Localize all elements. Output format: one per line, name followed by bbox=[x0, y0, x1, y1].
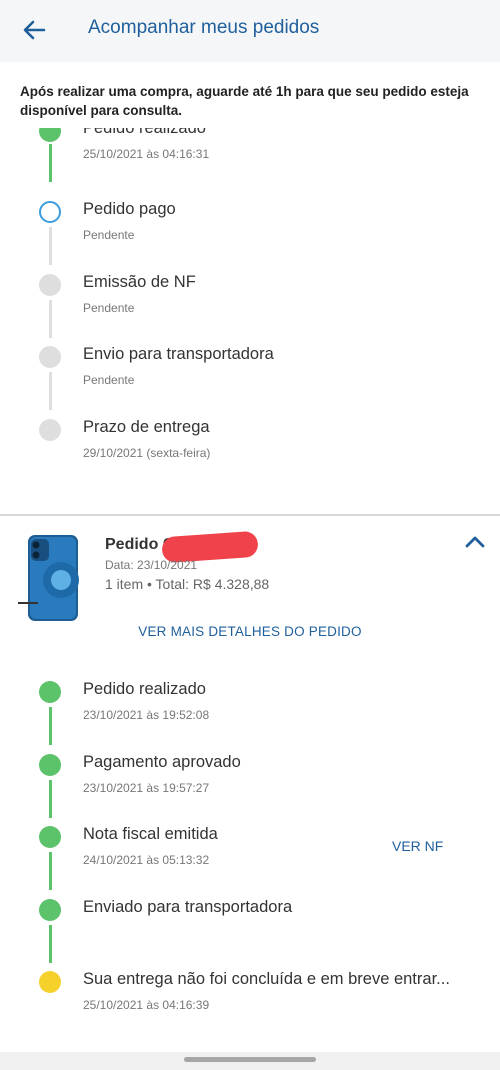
step-title: Emissão de NF bbox=[83, 273, 196, 291]
view-invoice-link[interactable]: VER NF bbox=[392, 838, 443, 854]
timeline-connector bbox=[49, 144, 52, 182]
timeline-connector bbox=[49, 227, 52, 265]
status-warning-icon bbox=[39, 971, 61, 993]
order-divider bbox=[0, 514, 500, 516]
timeline-step: Envio para transportadora Pendente bbox=[0, 344, 500, 416]
step-subtitle: 23/10/2021 às 19:57:27 bbox=[83, 781, 210, 795]
step-title: Enviado para transportadora bbox=[83, 898, 293, 916]
step-title: Envio para transportadora bbox=[83, 345, 274, 363]
app-header: Acompanhar meus pedidos bbox=[0, 0, 500, 62]
timeline-step: Enviado para transportadora bbox=[0, 897, 500, 969]
step-subtitle: 29/10/2021 (sexta-feira) bbox=[83, 446, 211, 460]
chevron-up-icon bbox=[465, 536, 485, 548]
status-current-icon bbox=[39, 201, 61, 223]
step-title: Pedido pago bbox=[83, 200, 176, 218]
step-title: Sua entrega não foi concluída e em breve… bbox=[83, 970, 450, 988]
status-done-icon bbox=[39, 826, 61, 848]
timeline-connector bbox=[49, 925, 52, 963]
step-subtitle: Pendente bbox=[83, 301, 135, 315]
timeline-connector bbox=[49, 780, 52, 818]
first-order-timeline: Pedido realizado 25/10/2021 às 04:16:31 … bbox=[0, 128, 500, 508]
home-indicator[interactable] bbox=[184, 1057, 316, 1062]
status-pending-icon bbox=[39, 419, 61, 441]
step-subtitle: 23/10/2021 às 19:52:08 bbox=[83, 708, 210, 722]
order-summary: 1 item • Total: R$ 4.328,88 bbox=[105, 576, 270, 592]
timeline-step: Pedido pago Pendente bbox=[0, 199, 500, 271]
status-done-icon bbox=[39, 754, 61, 776]
status-done-icon bbox=[39, 681, 61, 703]
collapse-button[interactable] bbox=[462, 532, 488, 552]
step-title: Pedido realizado bbox=[83, 128, 206, 137]
product-image-caption bbox=[18, 602, 38, 604]
timeline-connector bbox=[49, 707, 52, 745]
back-button[interactable] bbox=[16, 14, 52, 46]
timeline-step: Pagamento aprovado 23/10/2021 às 19:57:2… bbox=[0, 752, 500, 824]
step-title: Pagamento aprovado bbox=[83, 753, 241, 771]
step-subtitle: Pendente bbox=[83, 228, 135, 242]
timeline-connector bbox=[49, 372, 52, 410]
order-details-link[interactable]: VER MAIS DETALHES DO PEDIDO bbox=[0, 624, 500, 639]
timeline-step: Sua entrega não foi concluída e em breve… bbox=[0, 969, 500, 1041]
timeline-step: Emissão de NF Pendente bbox=[0, 272, 500, 344]
status-pending-icon bbox=[39, 346, 61, 368]
timeline-connector bbox=[49, 300, 52, 338]
timeline-step: Nota fiscal emitida 24/10/2021 às 05:13:… bbox=[0, 824, 500, 896]
step-subtitle: 25/10/2021 às 04:16:31 bbox=[83, 147, 210, 161]
page-title: Acompanhar meus pedidos bbox=[88, 17, 320, 38]
status-pending-icon bbox=[39, 274, 61, 296]
timeline-step: Pedido realizado 23/10/2021 às 19:52:08 bbox=[0, 679, 500, 751]
step-subtitle: Pendente bbox=[83, 373, 135, 387]
status-done-icon bbox=[39, 128, 61, 142]
step-subtitle: 25/10/2021 às 04:16:39 bbox=[83, 998, 210, 1012]
step-title: Prazo de entrega bbox=[83, 418, 210, 436]
product-image bbox=[28, 535, 79, 621]
timeline-connector bbox=[49, 852, 52, 890]
step-title: Pedido realizado bbox=[83, 680, 206, 698]
status-done-icon bbox=[39, 899, 61, 921]
arrow-left-icon bbox=[23, 20, 46, 40]
step-title: Nota fiscal emitida bbox=[83, 825, 218, 843]
availability-notice: Após realizar uma compra, aguarde até 1h… bbox=[20, 84, 469, 118]
step-subtitle: 24/10/2021 às 05:13:32 bbox=[83, 853, 210, 867]
order-card[interactable]: Pedido C Data: 23/10/2021 1 item • Total… bbox=[0, 520, 500, 621]
timeline-step: Prazo de entrega 29/10/2021 (sexta-feira… bbox=[0, 417, 500, 489]
order-date: Data: 23/10/2021 bbox=[105, 558, 198, 572]
timeline-step: Pedido realizado 25/10/2021 às 04:16:31 bbox=[0, 128, 500, 190]
